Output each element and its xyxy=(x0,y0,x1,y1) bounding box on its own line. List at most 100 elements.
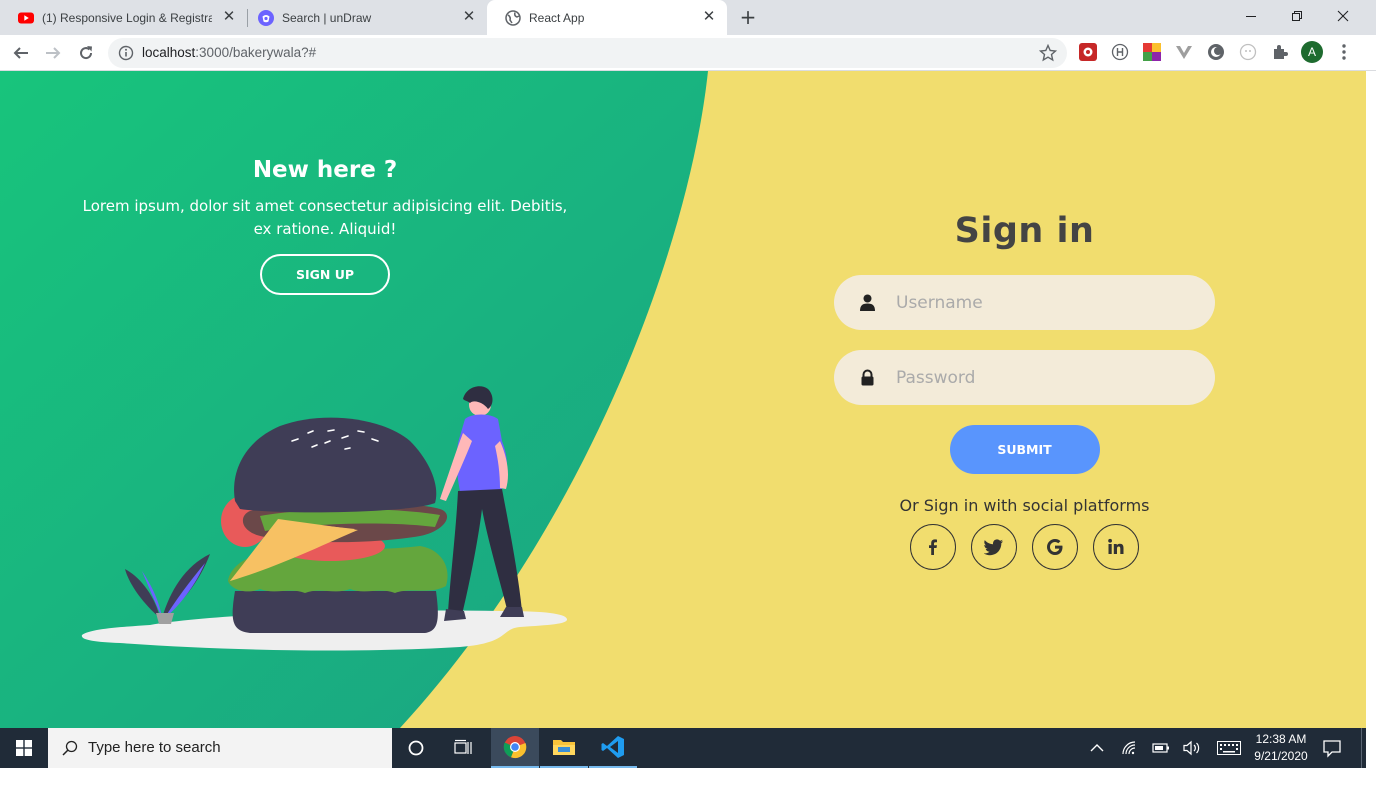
password-input[interactable] xyxy=(896,350,1196,405)
arrow-right-icon xyxy=(46,47,61,59)
tab-title: React App xyxy=(529,10,585,25)
battery-glyph-icon xyxy=(1152,743,1169,753)
notification-icon[interactable] xyxy=(1322,738,1342,758)
speaker-icon xyxy=(1183,740,1200,756)
burger-illustration xyxy=(81,386,568,651)
forward-button[interactable] xyxy=(41,41,65,65)
system-clock[interactable]: 12:38 AM 9/21/2020 xyxy=(1246,731,1316,765)
wifi-icon xyxy=(1122,741,1136,755)
browser-toolbar: localhost:3000/bakerywala?# xyxy=(0,35,1376,71)
plant-leaf xyxy=(125,569,160,618)
extension-colorful-icon[interactable] xyxy=(1143,43,1161,61)
youtube-icon xyxy=(18,12,34,23)
sign-in-title: Sign in xyxy=(954,211,1095,251)
username-input[interactable] xyxy=(896,275,1196,330)
minimize-icon xyxy=(1246,16,1256,17)
reload-icon xyxy=(80,46,93,60)
task-view-button[interactable] xyxy=(440,728,488,768)
extension-vue-icon[interactable] xyxy=(1175,43,1193,61)
vue-devtools-icon xyxy=(1176,46,1192,59)
close-icon xyxy=(1337,10,1349,22)
twitter-icon xyxy=(984,539,1003,556)
screen-bottom-edge xyxy=(0,768,1376,788)
network-icon[interactable] xyxy=(1121,739,1139,757)
chevron-up-icon xyxy=(1090,744,1104,752)
tab-close-icon[interactable]: ✕ xyxy=(701,9,717,25)
windows-logo-icon xyxy=(16,740,32,756)
address-bar[interactable]: localhost:3000/bakerywala?# xyxy=(108,38,1067,68)
twitter-button[interactable] xyxy=(971,524,1017,570)
tab-undraw[interactable]: Search | unDraw ✕ xyxy=(240,0,487,35)
close-window-button[interactable] xyxy=(1320,0,1366,32)
social-buttons xyxy=(834,524,1215,570)
extension-red-icon[interactable] xyxy=(1079,43,1097,61)
url-text: localhost:3000/bakerywala?# xyxy=(142,45,316,60)
undraw-icon xyxy=(258,9,274,26)
back-button[interactable] xyxy=(9,41,33,65)
ghost-icon xyxy=(1239,43,1257,61)
tab-close-icon[interactable]: ✕ xyxy=(221,9,237,25)
panel-text: Lorem ipsum, dolor sit amet consectetur … xyxy=(82,197,568,238)
tab-title: Search | unDraw xyxy=(282,10,372,25)
tab-react-app[interactable]: React App ✕ xyxy=(487,0,727,35)
search-icon xyxy=(62,740,78,756)
info-icon[interactable] xyxy=(118,45,134,61)
color-grid-icon xyxy=(1143,43,1161,61)
browser-menu-button[interactable] xyxy=(1336,43,1352,61)
keyboard-glyph-icon xyxy=(1217,741,1241,755)
taskbar-file-explorer[interactable] xyxy=(540,728,588,768)
facebook-button[interactable] xyxy=(910,524,956,570)
username-field[interactable] xyxy=(834,275,1215,330)
show-hidden-icons[interactable] xyxy=(1088,739,1106,757)
user-icon xyxy=(860,294,875,311)
start-button[interactable] xyxy=(0,728,48,768)
taskbar-search-placeholder: Type here to search xyxy=(88,739,221,756)
tab-close-icon[interactable]: ✕ xyxy=(461,9,477,25)
taskbar-vscode[interactable] xyxy=(589,728,637,768)
social-login-text: Or Sign in with social platforms xyxy=(899,496,1150,515)
taskbar-search-box[interactable]: Type here to search xyxy=(48,728,392,768)
cortana-button[interactable] xyxy=(392,728,440,768)
extensions-button[interactable] xyxy=(1271,43,1289,61)
minimize-button[interactable] xyxy=(1228,0,1274,32)
cortana-circle-icon xyxy=(408,740,424,756)
chrome-icon xyxy=(503,736,527,759)
battery-icon[interactable] xyxy=(1152,739,1170,757)
arrow-left-icon xyxy=(13,47,28,59)
bookmark-star-icon[interactable] xyxy=(1039,44,1057,62)
person-figure xyxy=(440,386,524,621)
moon-icon xyxy=(1208,44,1224,60)
linkedin-button[interactable] xyxy=(1093,524,1139,570)
panel-heading: New here ? xyxy=(252,157,398,183)
plant-leaf xyxy=(162,554,210,618)
reload-button[interactable] xyxy=(74,41,98,65)
url-host: localhost xyxy=(142,45,196,60)
sign-in-form: Sign in SUBMIT Or Sign in with social pl… xyxy=(834,211,1215,570)
extension-h-icon[interactable] xyxy=(1111,43,1129,61)
tab-title: (1) Responsive Login & Registrati xyxy=(42,10,212,25)
extension-dark-mode-icon[interactable] xyxy=(1207,43,1225,61)
extension-ghost-icon[interactable] xyxy=(1239,43,1257,61)
facebook-icon xyxy=(929,539,937,555)
globe-icon xyxy=(505,9,521,26)
profile-avatar[interactable]: A xyxy=(1301,41,1323,63)
tab-youtube[interactable]: (1) Responsive Login & Registrati ✕ xyxy=(0,0,247,35)
windows-taskbar: Type here to search 12:38 AM 9/21/2020 xyxy=(0,728,1366,768)
task-view-icon xyxy=(454,739,472,754)
plant-leaf xyxy=(164,563,205,619)
restore-button[interactable] xyxy=(1274,0,1320,32)
password-field[interactable] xyxy=(834,350,1215,405)
puzzle-icon xyxy=(1274,45,1288,59)
linkedin-icon xyxy=(1108,538,1124,554)
google-icon xyxy=(1047,539,1063,555)
page-scroll-gutter xyxy=(1366,71,1376,728)
sign-up-button[interactable]: SIGN UP xyxy=(260,254,390,295)
vscode-icon xyxy=(601,736,624,758)
keyboard-icon[interactable] xyxy=(1217,739,1241,757)
taskbar-chrome[interactable] xyxy=(491,728,539,768)
new-tab-button[interactable]: + xyxy=(737,6,759,28)
submit-button[interactable]: SUBMIT xyxy=(949,425,1100,474)
volume-icon[interactable] xyxy=(1183,739,1201,757)
google-button[interactable] xyxy=(1032,524,1078,570)
plant-pot xyxy=(156,613,174,624)
